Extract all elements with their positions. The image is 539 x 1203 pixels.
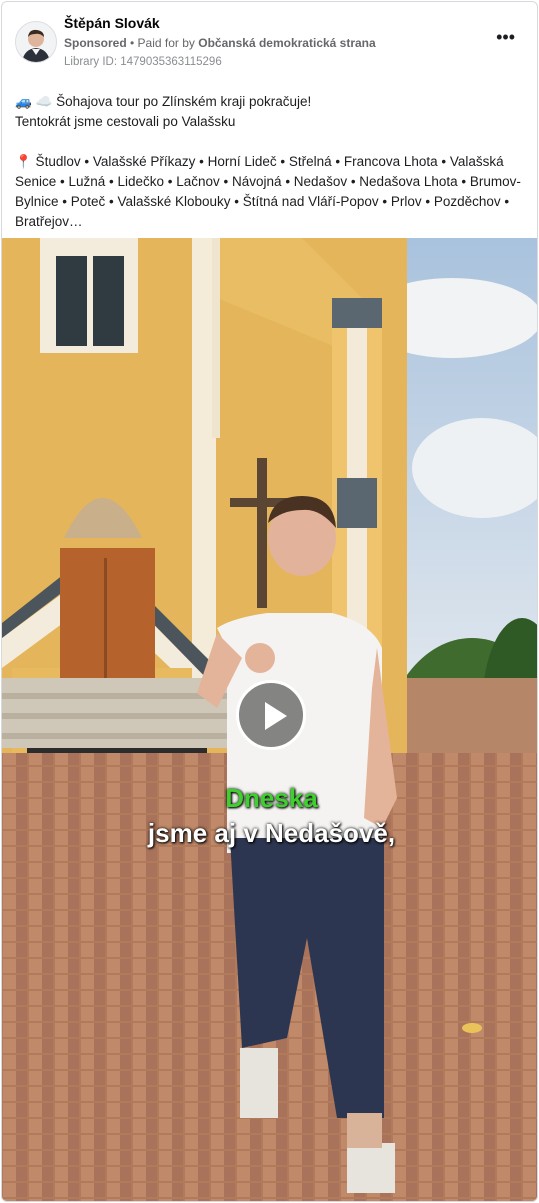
sponsored-label: Sponsored xyxy=(64,36,127,50)
ad-card: Štěpán Slovák Sponsored • Paid for by Ob… xyxy=(1,1,538,1202)
play-icon[interactable] xyxy=(236,680,306,750)
more-options-icon[interactable]: ••• xyxy=(496,28,515,46)
post-text-line1: 🚙 ☁️ Šohajova tour po Zlínském kraji pok… xyxy=(15,94,312,109)
video-caption-highlight: Dneska xyxy=(225,783,318,813)
library-id: Library ID: 1479035363115296 xyxy=(64,56,222,68)
post-text: 🚙 ☁️ Šohajova tour po Zlínském kraji pok… xyxy=(15,92,530,232)
post-text-line2: Tentokrát jsme cestovali po Valašsku xyxy=(15,114,236,129)
sponsored-line: Sponsored • Paid for by Občanská demokra… xyxy=(64,36,376,50)
author-name[interactable]: Štěpán Slovák xyxy=(64,15,160,31)
paid-for-label: • Paid for by xyxy=(130,36,195,50)
payer-name[interactable]: Občanská demokratická strana xyxy=(198,36,375,50)
avatar[interactable] xyxy=(15,21,57,63)
video-player[interactable]: Dneska jsme aj v Nedašově, xyxy=(2,238,537,1201)
video-caption-main: jsme aj v Nedašově, xyxy=(147,818,396,848)
post-header: Štěpán Slovák Sponsored • Paid for by Ob… xyxy=(2,2,537,74)
post-text-places: 📍 Študlov • Valašské Příkazy • Horní Lid… xyxy=(15,154,521,229)
